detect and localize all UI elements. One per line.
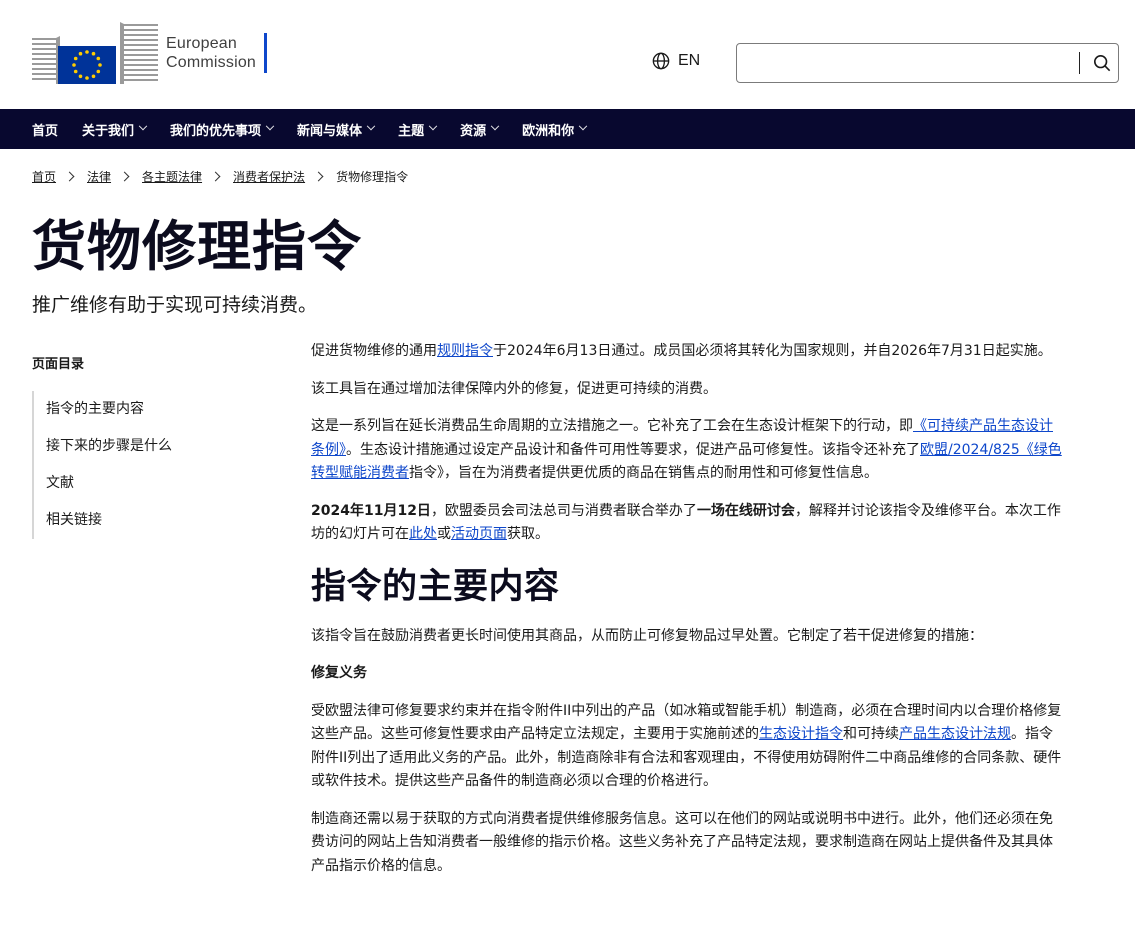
search-button[interactable]: [1085, 44, 1119, 82]
toc-item-documents[interactable]: 文献: [34, 465, 272, 502]
breadcrumb-current: 货物修理指令: [336, 170, 409, 184]
breadcrumb-link-home[interactable]: 首页: [32, 168, 56, 185]
search-input[interactable]: [737, 44, 1077, 82]
chevron-right-icon: [210, 171, 221, 182]
page-title: 货物修理指令: [32, 215, 362, 278]
nav-label: 关于我们: [82, 123, 135, 139]
chevron-down-icon: [428, 121, 438, 131]
globe-icon: [652, 52, 670, 70]
link-ecodesign-directive[interactable]: 生态设计指令: [759, 726, 843, 742]
text: 指令》，旨在为消费者提供更优质的商品在销售点的耐用性和可修复性信息。: [409, 465, 878, 481]
section-heading-main-content: 指令的主要内容: [311, 566, 560, 607]
logo-line-1: European: [166, 35, 237, 52]
breadcrumb-link-law[interactable]: 法律: [87, 168, 111, 185]
nav-label: 资源: [460, 123, 487, 139]
language-selector[interactable]: EN: [652, 52, 700, 70]
toc-item-main-content[interactable]: 指令的主要内容: [34, 391, 272, 428]
nav-item-priorities[interactable]: 我们的优先事项: [158, 109, 285, 149]
subheading-repair-obligation: 修复义务: [311, 665, 367, 681]
text: 和可持续: [843, 726, 899, 742]
nav-item-about-us[interactable]: 关于我们: [70, 109, 158, 149]
text: 这是一系列旨在延长消费品生命周期的立法措施之一。它补充了工会在生态设计框架下的行…: [311, 418, 913, 434]
nav-item-news-media[interactable]: 新闻与媒体: [285, 109, 386, 149]
breadcrumb-link-consumer-protection-law[interactable]: 消费者保护法: [233, 168, 305, 185]
chevron-down-icon: [578, 121, 588, 131]
link-slides-here[interactable]: 此处: [409, 526, 437, 542]
chevron-down-icon: [490, 121, 500, 131]
text: ，欧盟委员会司法总司与消费者联合举办了: [430, 502, 697, 519]
chevron-right-icon: [119, 171, 130, 182]
nav-label: 首页: [32, 123, 59, 139]
main-content: 促进货物维修的通用规则指令于2024年6月13日通过。成员国必须将其转化为国家规…: [311, 340, 1066, 892]
main-navigation: 首页 关于我们 我们的优先事项 新闻与媒体 主题 资源 欧洲和你: [0, 109, 1135, 149]
text: 促进货物维修的通用: [311, 343, 437, 359]
paragraph-intro: 促进货物维修的通用规则指令于2024年6月13日通过。成员国必须将其转化为国家规…: [311, 340, 1066, 364]
chevron-down-icon: [366, 121, 376, 131]
nav-label: 欧洲和你: [522, 123, 575, 139]
chevron-down-icon: [265, 121, 275, 131]
page-subtitle: 推广维修有助于实现可持续消费。: [32, 294, 318, 316]
breadcrumb: 首页 法律 各主题法律 消费者保护法 货物修理指令: [32, 168, 408, 185]
link-rules-directive[interactable]: 规则指令: [437, 343, 493, 359]
paragraph-repair-obligation: 受欧盟法律可修复要求约束并在指令附件II中列出的产品（如冰箱或智能手机）制造商，…: [311, 700, 1066, 794]
paragraph-legislative-context: 这是一系列旨在延长消费品生命周期的立法措施之一。它补充了工会在生态设计框架下的行…: [311, 415, 1066, 486]
logo-line-2: Commission: [166, 54, 257, 71]
chevron-down-icon: [138, 121, 148, 131]
toc-list: 指令的主要内容 接下来的步骤是什么 文献 相关链接: [32, 391, 272, 539]
nav-label: 我们的优先事项: [170, 123, 262, 139]
european-commission-logo[interactable]: European Commission: [32, 22, 268, 84]
nav-item-topics[interactable]: 主题: [386, 109, 448, 149]
logo-wordmark: European Commission: [166, 33, 268, 73]
paragraph-repair-information: 制造商还需以易于获取的方式向消费者提供维修服务信息。这可以在他们的网站或说明书中…: [311, 810, 1053, 874]
link-product-ecodesign-regulation[interactable]: 产品生态设计法规: [899, 726, 1011, 742]
paragraph-directive-aim: 该指令旨在鼓励消费者更长时间使用其商品，从而防止可修复物品过早处置。它制定了若干…: [311, 627, 983, 644]
language-label: EN: [678, 52, 701, 69]
text: 或: [437, 526, 451, 542]
toc-item-next-steps[interactable]: 接下来的步骤是什么: [34, 428, 272, 465]
nav-label: 新闻与媒体: [297, 123, 363, 139]
webinar-date: 2024年11月12日: [311, 502, 431, 519]
nav-item-resources[interactable]: 资源: [448, 109, 510, 149]
text: 于2024年6月13日通过。成员国必须将其转化为国家规则，并自2026年7月31…: [493, 343, 1052, 359]
site-header: European Commission EN: [0, 0, 1135, 109]
text: 获取。: [507, 526, 549, 542]
search-box: [736, 43, 1119, 83]
eu-flag-logo-icon: [32, 22, 158, 84]
paragraph-webinar: 2024年11月12日，欧盟委员会司法总司与消费者联合举办了一场在线研讨会，解释…: [311, 500, 1066, 547]
chevron-right-icon: [313, 171, 324, 182]
nav-label: 主题: [398, 123, 425, 139]
paragraph-purpose: 该工具旨在通过增加法律保障内外的修复，促进更可持续的消费。: [311, 380, 717, 397]
search-icon: [1093, 54, 1111, 72]
breadcrumb-link-law-by-topic[interactable]: 各主题法律: [142, 168, 202, 185]
chevron-right-icon: [64, 171, 75, 182]
text: 。生态设计措施通过设定产品设计和备件可用性等要求，促进产品可修复性。该指令还补充…: [346, 441, 920, 458]
link-event-page[interactable]: 活动页面: [451, 526, 507, 542]
toc-title: 页面目录: [32, 357, 85, 372]
nav-item-home[interactable]: 首页: [20, 109, 70, 149]
search-divider: [1079, 52, 1080, 74]
webinar-name: 一场在线研讨会: [696, 502, 795, 519]
nav-item-europe-and-you[interactable]: 欧洲和你: [510, 109, 598, 149]
toc-item-related-links[interactable]: 相关链接: [34, 502, 272, 539]
